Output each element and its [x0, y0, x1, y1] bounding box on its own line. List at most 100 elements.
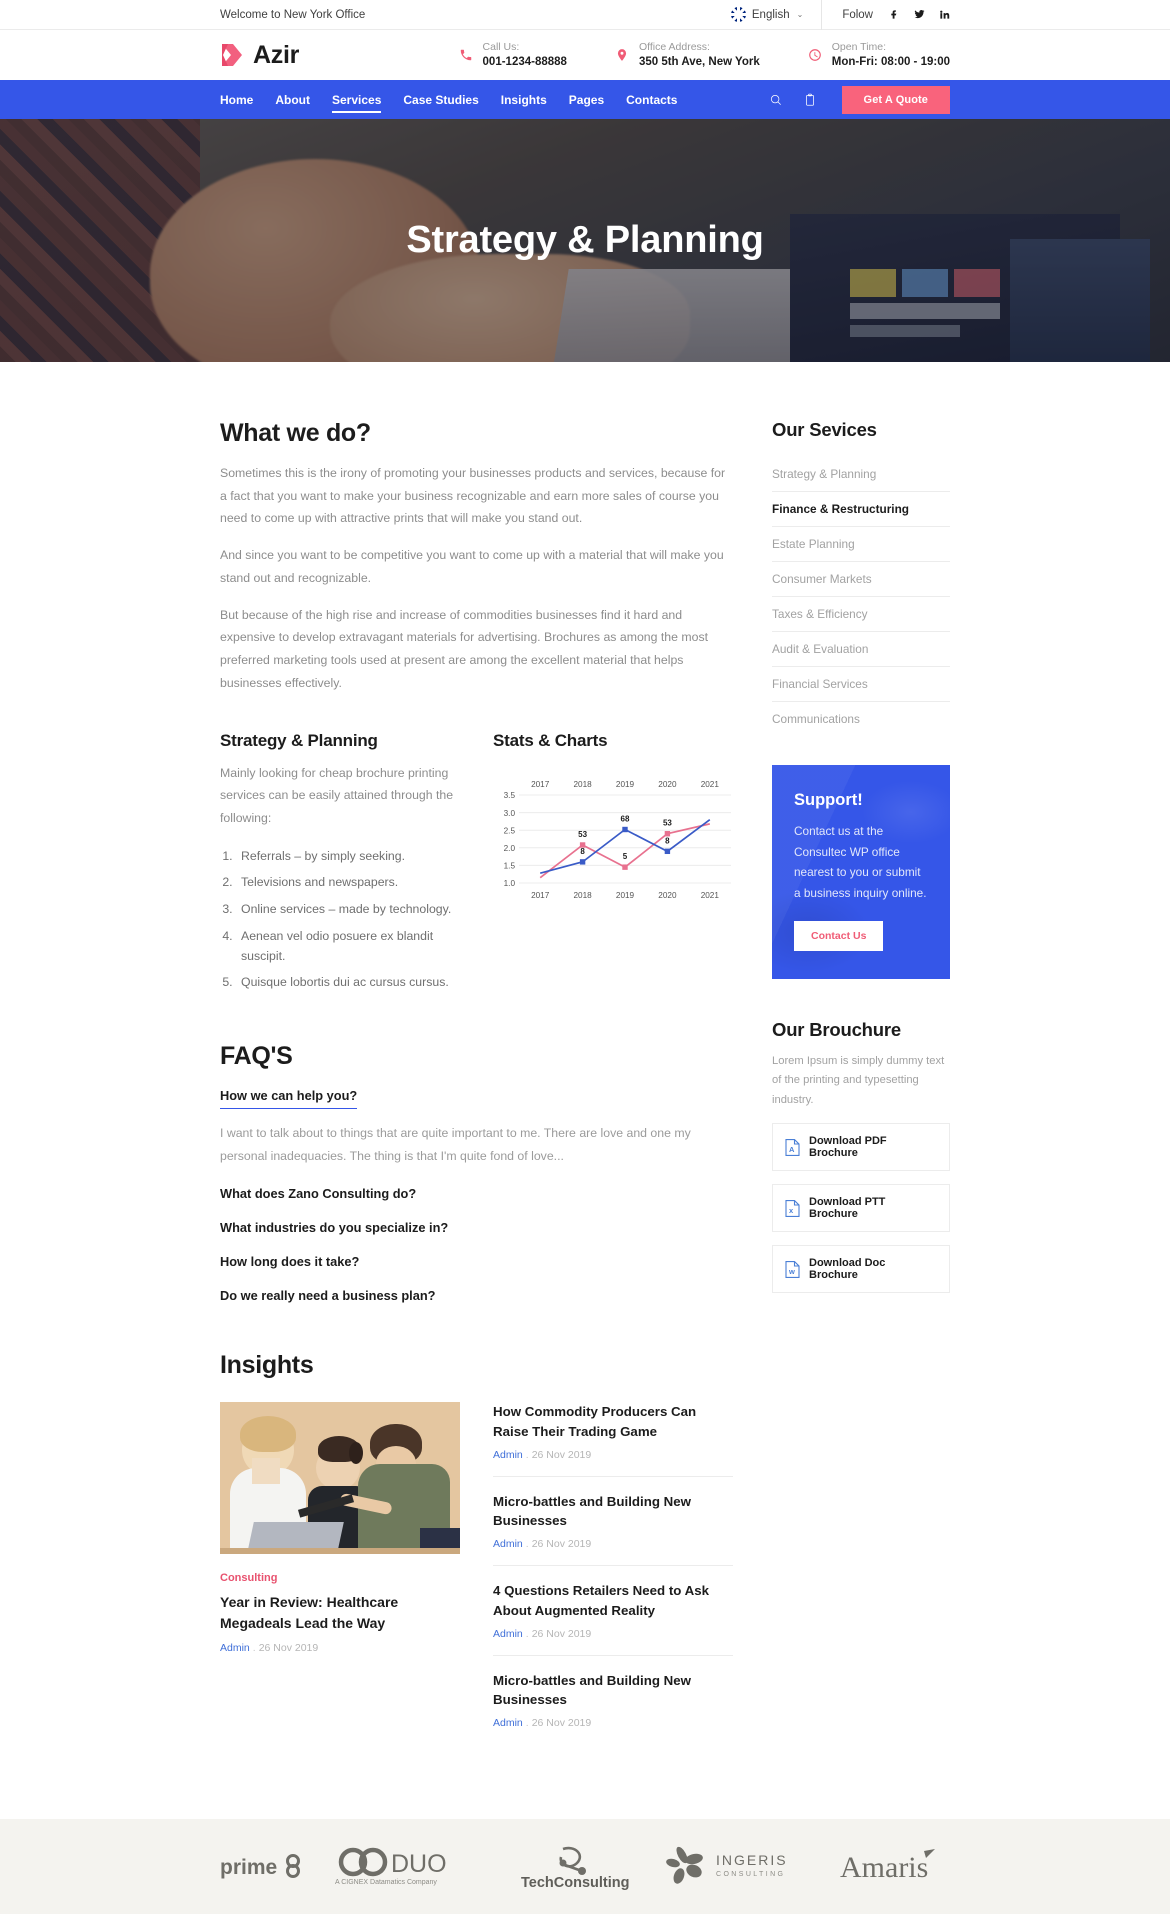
x-tick-label-bottom: 2019	[616, 891, 635, 900]
logo-amaris: Amaris	[840, 1847, 950, 1887]
y-tick-label: 2.0	[504, 844, 516, 853]
nav-item-about[interactable]: About	[275, 90, 310, 110]
stats-line-chart: 1.0 1.5 2.0 2.5 3.0 3.5 2017 2018 2019 2020 2021 20…	[493, 771, 735, 907]
insight-row-title[interactable]: How Commodity Producers Can Raise Their …	[493, 1402, 733, 1441]
nav-links: Home About Services Case Studies Insights Pag…	[220, 90, 677, 113]
linkedin-icon[interactable]	[938, 9, 950, 21]
insight-row-author[interactable]: Admin	[493, 1449, 523, 1461]
insights-list: How Commodity Producers Can Raise Their …	[493, 1402, 733, 1759]
insight-row-title[interactable]: Micro-battles and Building New Businesse…	[493, 1671, 733, 1710]
nav-item-case-studies[interactable]: Case Studies	[403, 90, 478, 110]
our-brouchure-heading: Our Brouchure	[772, 1018, 901, 1040]
faq-question[interactable]: What does Zano Consulting do?	[220, 1186, 735, 1201]
insight-row[interactable]: Micro-battles and Building New Businesse…	[493, 1671, 733, 1745]
service-item[interactable]: Finance & Restructuring	[772, 492, 950, 527]
get-a-quote-button[interactable]: Get A Quote	[841, 85, 950, 114]
service-item[interactable]: Taxes & Efficiency	[772, 597, 950, 632]
download-button-label: Download PTT Brochure	[809, 1196, 886, 1221]
facebook-icon[interactable]	[888, 9, 900, 21]
service-item[interactable]: Financial Services	[772, 667, 950, 702]
svg-text:TechConsulting: TechConsulting	[521, 1875, 629, 1891]
nav-item-home[interactable]: Home	[220, 90, 253, 110]
nav-item-services[interactable]: Services	[332, 90, 382, 113]
data-point-label: 53	[578, 830, 587, 839]
y-tick-label: 1.0	[504, 879, 516, 888]
insight-row[interactable]: Micro-battles and Building New Businesse…	[493, 1492, 733, 1567]
partner-logos: prime DUO A CIGNEX Datamatics Company Te…	[220, 1843, 950, 1891]
insight-row-title[interactable]: Micro-battles and Building New Businesse…	[493, 1492, 733, 1531]
nav-item-pages[interactable]: Pages	[569, 90, 604, 110]
follow-label: Folow	[842, 8, 873, 21]
insight-row[interactable]: 4 Questions Retailers Need to Ask About …	[493, 1581, 733, 1656]
contact-us-button[interactable]: Contact Us	[794, 920, 884, 951]
brand-logo[interactable]: Azir	[220, 41, 299, 70]
twitter-icon[interactable]	[913, 9, 925, 21]
download-button[interactable]: x Download PTT Brochure	[772, 1184, 950, 1233]
x-tick-label-top: 2020	[658, 780, 677, 789]
language-selector[interactable]: English ⌄	[730, 0, 823, 30]
language-label: English	[751, 8, 790, 21]
insight-row-meta: Admin. 26 Nov 2019	[493, 1717, 733, 1729]
insight-row-title[interactable]: 4 Questions Retailers Need to Ask About …	[493, 1581, 733, 1620]
content-column: What we do? Sometimes this is the irony …	[220, 419, 735, 1759]
support-text: Contact us at the Consultec WP office ne…	[794, 824, 927, 900]
search-icon[interactable]	[769, 92, 784, 107]
insight-row-author[interactable]: Admin	[493, 1538, 523, 1550]
uk-flag-icon	[730, 7, 746, 22]
meta-separator: .	[525, 1448, 529, 1461]
follow-group: Folow	[822, 9, 950, 21]
brouchure-section: Our Brouchure Lorem Ipsum is simply dumm…	[772, 1019, 950, 1294]
nav-item-contacts[interactable]: Contacts	[626, 90, 677, 110]
logo-ingeris: INGERIS CONSULTING	[658, 1845, 818, 1889]
service-item[interactable]: Estate Planning	[772, 527, 950, 562]
data-point-label: 5	[623, 852, 628, 861]
insights-heading: Insights	[220, 1351, 314, 1380]
header-info-call: Call Us: 001-1234-88888	[459, 41, 567, 70]
address-value: 350 5th Ave, New York	[638, 55, 760, 68]
svg-text:CONSULTING: CONSULTING	[716, 1871, 785, 1878]
call-label: Call Us:	[482, 40, 520, 53]
brouchure-downloads: A Download PDF Brochure x Download PTT Broc…	[772, 1123, 950, 1294]
intro-paragraph-3: But because of the high rise and increas…	[220, 607, 709, 690]
faq-heading: FAQ'S	[220, 1041, 293, 1070]
page-title: Strategy & Planning	[406, 219, 764, 261]
download-button[interactable]: A Download PDF Brochure	[772, 1123, 950, 1172]
faq-question[interactable]: How long does it take?	[220, 1254, 735, 1269]
featured-insight-category[interactable]: Consulting	[220, 1572, 460, 1584]
faq-open-item[interactable]: How we can help you? I want to talk abou…	[220, 1087, 735, 1167]
featured-insight-author[interactable]: Admin	[220, 1642, 250, 1654]
faq-question[interactable]: What industries do you specialize in?	[220, 1220, 735, 1235]
header-info-time: Open Time: Mon-Fri: 08:00 - 19:00	[808, 41, 950, 70]
service-item[interactable]: Strategy & Planning	[772, 457, 950, 492]
logo-duo: DUO A CIGNEX Datamatics Company	[333, 1846, 493, 1888]
cart-icon[interactable]	[803, 92, 818, 107]
faq-open-question[interactable]: How we can help you?	[220, 1088, 358, 1109]
faq-question[interactable]: Do we really need a business plan?	[220, 1288, 735, 1303]
service-item[interactable]: Communications	[772, 702, 950, 736]
insight-row-author[interactable]: Admin	[493, 1717, 523, 1729]
insight-row[interactable]: How Commodity Producers Can Raise Their …	[493, 1402, 733, 1477]
download-button[interactable]: w Download Doc Brochure	[772, 1245, 950, 1294]
featured-insight-title[interactable]: Year in Review: Healthcare Megadeals Lea…	[220, 1592, 460, 1634]
data-point	[579, 858, 586, 865]
data-point	[622, 826, 628, 832]
welcome-text: Welcome to New York Office	[220, 8, 366, 21]
y-tick-label: 1.5	[504, 861, 516, 870]
x-tick-label-bottom: 2018	[573, 891, 592, 900]
brand-name: Azir	[253, 40, 300, 69]
insight-row-author[interactable]: Admin	[493, 1628, 523, 1640]
nav-item-insights[interactable]: Insights	[501, 90, 547, 110]
x-tick-label-bottom: 2020	[658, 891, 677, 900]
svg-text:A CIGNEX Datamatics Company: A CIGNEX Datamatics Company	[335, 1879, 437, 1886]
x-tick-label-bottom: 2021	[701, 891, 720, 900]
y-tick-label: 2.5	[504, 826, 516, 835]
stats-heading: Stats & Charts	[493, 730, 608, 750]
service-item[interactable]: Consumer Markets	[772, 562, 950, 597]
featured-insight[interactable]: Consulting Year in Review: Healthcare Me…	[220, 1402, 460, 1759]
y-tick-label: 3.0	[504, 808, 516, 817]
service-item[interactable]: Audit & Evaluation	[772, 632, 950, 667]
data-point	[664, 848, 671, 854]
svg-text:A: A	[789, 1145, 795, 1154]
azir-logo-icon	[220, 42, 244, 68]
meta-separator: .	[525, 1627, 529, 1640]
